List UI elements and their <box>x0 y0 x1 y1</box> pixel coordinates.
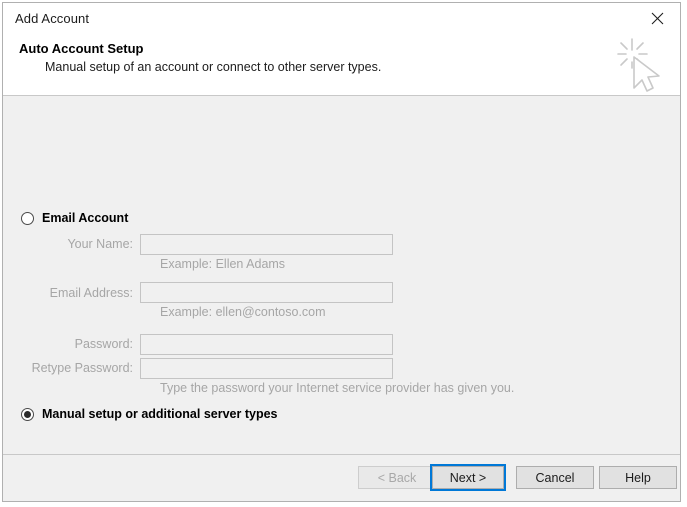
retype-password-label: Retype Password: <box>31 361 133 375</box>
dialog-header: Auto Account Setup Manual setup of an ac… <box>3 33 680 96</box>
next-button-label: Next > <box>432 466 504 489</box>
dialog-footer: < Back Next > Cancel Help <box>3 454 680 501</box>
radio-email-account-indicator[interactable] <box>21 211 34 225</box>
cursor-sparkle-icon <box>610 33 666 95</box>
your-name-label: Your Name: <box>67 237 133 251</box>
window-title: Add Account <box>15 10 90 26</box>
title-bar: Add Account <box>3 3 680 33</box>
page-subtitle: Manual setup of an account or connect to… <box>45 60 382 74</box>
radio-manual-setup-indicator[interactable] <box>21 407 34 421</box>
radio-manual-setup-label: Manual setup or additional server types <box>42 407 278 421</box>
next-button[interactable]: Next > <box>430 464 506 491</box>
email-address-label: Email Address: <box>49 286 133 300</box>
close-icon <box>651 12 664 25</box>
password-label: Password: <box>74 337 133 351</box>
back-button[interactable]: < Back <box>358 466 436 489</box>
your-name-input[interactable] <box>140 234 393 255</box>
page-title: Auto Account Setup <box>19 41 144 56</box>
retype-password-input[interactable] <box>140 358 393 379</box>
radio-email-account-label: Email Account <box>42 211 129 225</box>
help-button[interactable]: Help <box>599 466 677 489</box>
cancel-button[interactable]: Cancel <box>516 466 594 489</box>
password-hint: Type the password your Internet service … <box>160 381 515 395</box>
close-button[interactable] <box>635 3 680 33</box>
email-address-input[interactable] <box>140 282 393 303</box>
add-account-dialog: Add Account Auto Account Setup Manual se… <box>2 2 681 502</box>
radio-manual-setup[interactable]: Manual setup or additional server types <box>21 407 277 421</box>
radio-email-account[interactable]: Email Account <box>21 211 128 225</box>
password-input[interactable] <box>140 334 393 355</box>
your-name-hint: Example: Ellen Adams <box>160 257 286 271</box>
dialog-body: Email Account Your Name: Example: Ellen … <box>3 96 680 454</box>
email-address-hint: Example: ellen@contoso.com <box>160 305 326 319</box>
